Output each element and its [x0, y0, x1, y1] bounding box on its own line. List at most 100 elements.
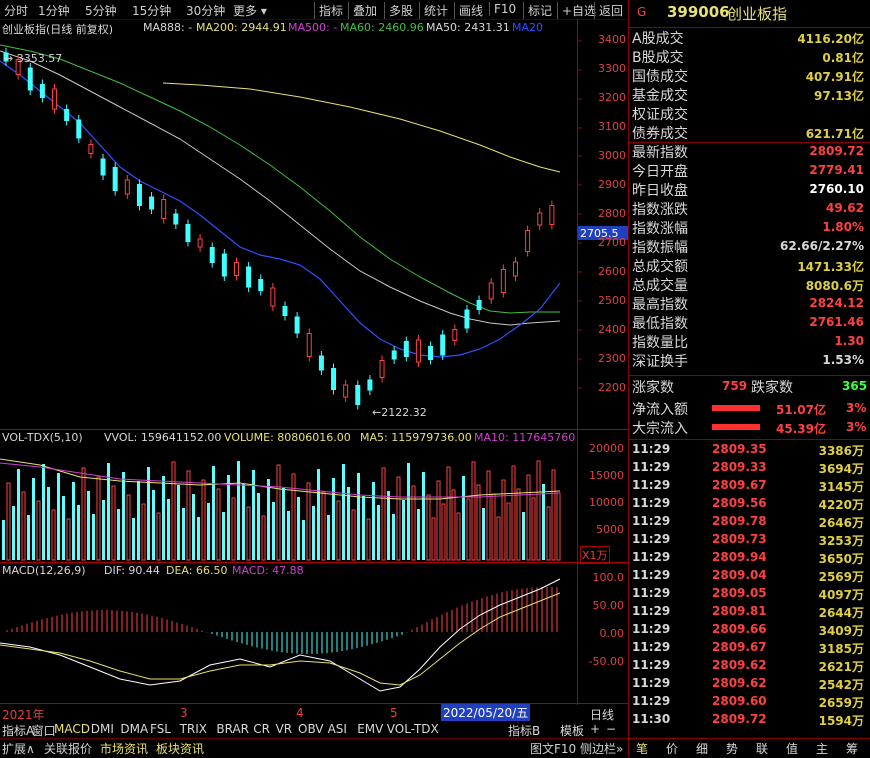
stat-label: 债券成交 — [632, 126, 688, 142]
macd-title: MACD(12,26,9) — [2, 564, 86, 577]
stat-value: 1.30 — [834, 334, 864, 348]
trade-time: 11:29 — [632, 604, 671, 618]
trade-price: 2809.94 — [712, 550, 767, 564]
tab-related-quote[interactable]: 关联报价 — [44, 740, 92, 757]
stat-label: 基金成交 — [632, 88, 688, 104]
indicator-tab[interactable]: CR — [253, 722, 270, 736]
indicator-tab[interactable]: TRIX — [180, 722, 207, 736]
right-tab[interactable]: 价 — [666, 740, 678, 757]
btn-add-fav[interactable]: +自选 — [557, 2, 596, 19]
indicator-tab[interactable]: EMV — [357, 722, 383, 736]
trade-price: 2809.81 — [712, 604, 767, 618]
dif-label: DIF: 90.44 — [104, 564, 160, 577]
trade-price: 2809.62 — [712, 676, 767, 690]
indicator-tab[interactable]: ASI — [328, 722, 347, 736]
period-label[interactable]: 日线 — [590, 706, 614, 723]
right-tab[interactable]: 势 — [726, 740, 738, 757]
tab-expand[interactable]: 扩展∧ — [2, 740, 35, 757]
scroll-right-icon[interactable]: + — [590, 722, 600, 736]
tab-f10-graphic[interactable]: 图文F10 — [530, 740, 576, 757]
trade-row: 11:30 2809.72 1594万 — [632, 712, 864, 730]
btn-back[interactable]: 返回 — [594, 2, 623, 19]
vol-ma10-label: MA10: 117645760.0 — [474, 431, 576, 444]
tab-fenshi[interactable]: 分时 — [4, 2, 28, 19]
btn-mark[interactable]: 标记 — [523, 2, 552, 19]
price-tick: 3100 — [598, 120, 626, 133]
tab-market-news[interactable]: 市场资讯 — [100, 740, 148, 757]
stat-label: 权证成交 — [632, 107, 688, 123]
kline-chart[interactable] — [0, 19, 628, 705]
stat-value: 1.53% — [822, 353, 864, 367]
trade-volume: 2569万 — [818, 570, 864, 584]
trade-volume: 3145万 — [818, 480, 864, 494]
tab-template[interactable]: 模板 — [560, 722, 584, 739]
indicator-tab[interactable]: 窗口 — [32, 722, 56, 739]
tab-5min[interactable]: 5分钟 — [85, 2, 117, 19]
xaxis-year: 2021年 — [2, 708, 45, 722]
indicator-tab[interactable]: MACD — [54, 722, 90, 736]
trade-row: 11:29 2809.67 3185万 — [632, 640, 864, 658]
trade-time: 11:29 — [632, 478, 671, 492]
trade-price: 2809.56 — [712, 496, 767, 510]
chevron-down-icon: ▾ — [257, 4, 267, 18]
trade-time: 11:29 — [632, 658, 671, 672]
tab-sidebar[interactable]: 侧边栏» — [580, 740, 623, 757]
price-tick: 2200 — [598, 381, 626, 394]
btn-indicator[interactable]: 指标 — [314, 2, 343, 19]
indicator-tab[interactable]: DMA — [120, 722, 148, 736]
trade-price: 2809.78 — [712, 514, 767, 528]
divider — [629, 439, 870, 440]
stat-label: 指数量比 — [632, 335, 688, 351]
tab-30min[interactable]: 30分钟 — [186, 2, 225, 19]
stat-label: 昨日收盘 — [632, 183, 688, 199]
current-price-marker: 2705.5 — [580, 227, 619, 240]
indicator-tab[interactable]: FSL — [150, 722, 171, 736]
xaxis-5: 5 — [390, 706, 398, 720]
macd-tick: 0.00 — [599, 627, 625, 640]
tab-indicator-b[interactable]: 指标B — [508, 722, 540, 739]
indicator-tab[interactable]: VR — [276, 722, 293, 736]
trade-price: 2809.60 — [712, 694, 767, 708]
price-tick: 2900 — [598, 178, 626, 191]
trade-time: 11:29 — [632, 442, 671, 456]
indicator-tab[interactable]: DMI — [91, 722, 114, 736]
btn-draw[interactable]: 画线 — [454, 2, 483, 19]
net-inflow-bar — [712, 405, 760, 411]
tab-1min[interactable]: 1分钟 — [38, 2, 70, 19]
volume-tick: 15000 — [589, 469, 624, 482]
ma20-label: MA20 — [512, 21, 544, 34]
right-tab[interactable]: 主 — [816, 740, 828, 757]
btn-multi[interactable]: 多股 — [384, 2, 413, 19]
indicator-tab[interactable]: BRAR — [216, 722, 249, 736]
right-tab[interactable]: 细 — [696, 740, 708, 757]
trade-row: 11:29 2809.60 2659万 — [632, 694, 864, 712]
trade-row: 11:29 2809.94 3650万 — [632, 550, 864, 568]
tab-15min[interactable]: 15分钟 — [132, 2, 171, 19]
btn-stats[interactable]: 统计 — [419, 2, 448, 19]
right-tab[interactable]: 联 — [756, 740, 768, 757]
trade-price: 2809.62 — [712, 658, 767, 672]
trade-volume: 3694万 — [818, 462, 864, 476]
stat-value: 1.80% — [822, 220, 864, 234]
trade-price: 2809.73 — [712, 532, 767, 546]
volume-label: VOLUME: 80806016.00 — [224, 431, 351, 444]
trade-row: 11:29 2809.67 3145万 — [632, 478, 864, 496]
trade-price: 2809.67 — [712, 478, 767, 492]
right-tab[interactable]: 值 — [786, 740, 798, 757]
trade-time: 11:29 — [632, 550, 671, 564]
indicator-tab[interactable]: OBV — [298, 722, 324, 736]
stat-value: 2761.46 — [809, 315, 864, 329]
btn-f10[interactable]: F10 — [489, 2, 516, 16]
indicator-tab[interactable]: VOL-TDX — [387, 722, 439, 736]
trade-price: 2809.72 — [712, 712, 767, 726]
right-tab[interactable]: 筹 — [846, 740, 858, 757]
indicator-tab[interactable]: 指标A — [2, 722, 34, 739]
tab-sector-news[interactable]: 板块资讯 — [156, 740, 204, 757]
trade-time: 11:30 — [632, 712, 671, 726]
trade-time: 11:29 — [632, 568, 671, 582]
tab-more[interactable]: 更多 ▾ — [233, 2, 267, 19]
right-tab[interactable]: 笔 — [636, 740, 648, 757]
btn-overlay[interactable]: 叠加 — [348, 2, 377, 19]
minus-icon[interactable]: − — [606, 722, 616, 736]
ma200-label: MA200: 2944.91 — [196, 21, 287, 34]
